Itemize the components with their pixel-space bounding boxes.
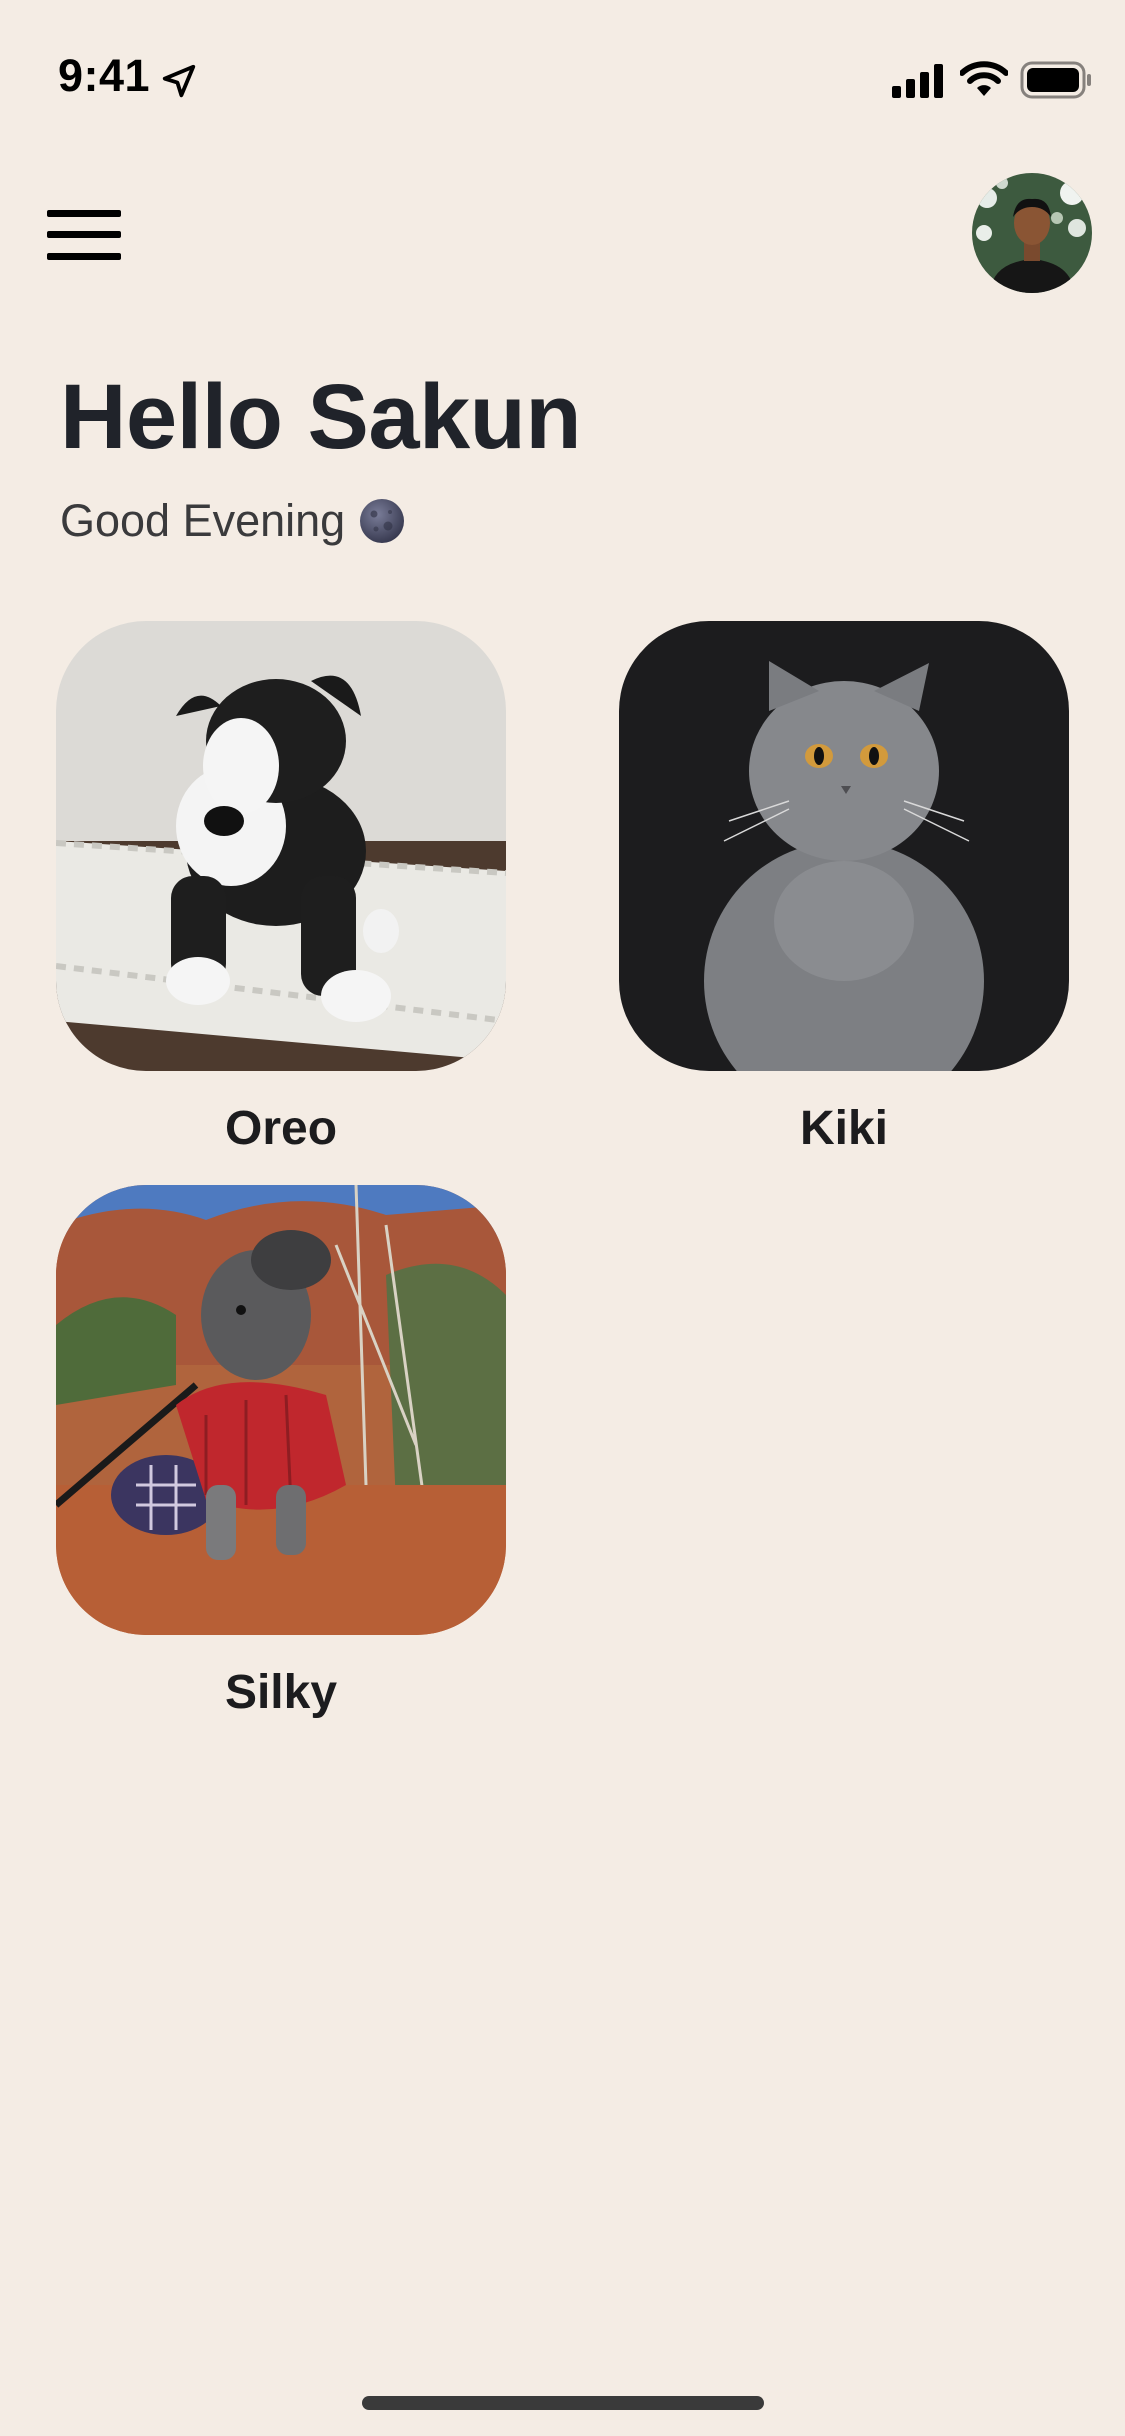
wifi-icon: [960, 61, 1008, 96]
status-bar: 9:41: [0, 0, 1125, 140]
greeting-subtitle: Good Evening: [60, 495, 405, 547]
hamburger-menu-icon: [47, 210, 121, 217]
new-moon-icon: [360, 499, 405, 543]
pet-photo: [619, 621, 1069, 1071]
pet-card-silky[interactable]: Silky: [56, 1185, 506, 1720]
pet-name: Kiki: [799, 1102, 889, 1155]
location-arrow-icon: [162, 64, 196, 98]
pet-card-kiki[interactable]: Kiki: [619, 621, 1069, 1156]
status-time: 9:41: [58, 50, 151, 101]
pet-card-oreo[interactable]: Oreo: [56, 621, 506, 1156]
menu-button[interactable]: [47, 210, 121, 260]
avatar[interactable]: [972, 173, 1092, 293]
pet-photo: [56, 1185, 506, 1635]
battery-icon: [1020, 61, 1091, 99]
pet-name: Oreo: [224, 1102, 338, 1155]
pet-photo: [56, 621, 506, 1071]
home-indicator[interactable]: [362, 2396, 764, 2410]
cellular-signal-icon: [892, 64, 943, 98]
page-title: Hello Sakun: [60, 366, 582, 468]
pet-name: Silky: [224, 1666, 338, 1719]
greeting-subtitle-text: Good Evening: [60, 495, 346, 546]
avatar-image: [972, 173, 1092, 293]
